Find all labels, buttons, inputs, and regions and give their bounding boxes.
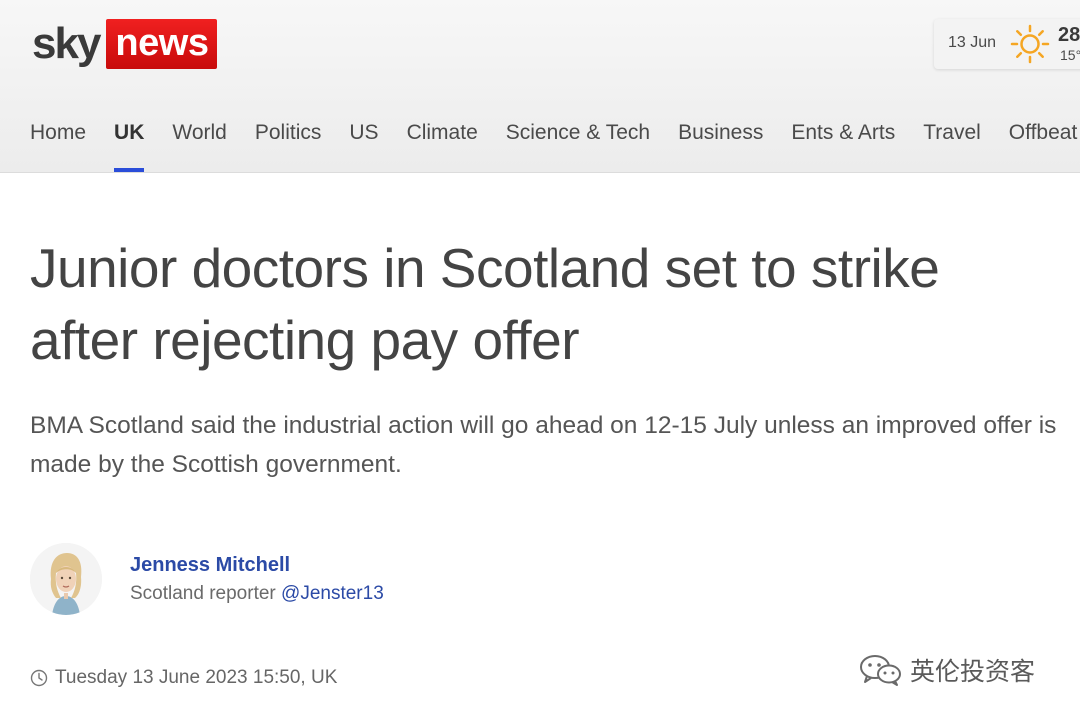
- nav-item-us[interactable]: US: [349, 118, 378, 148]
- watermark-text: 英伦投资客: [910, 658, 1036, 686]
- nav-item-world[interactable]: World: [172, 118, 226, 148]
- author-twitter-handle[interactable]: @Jenster13: [281, 583, 384, 604]
- author-role-line: Scotland reporter @Jenster13: [130, 583, 384, 605]
- article-headline: Junior doctors in Scotland set to strike…: [30, 237, 940, 371]
- author-name-link[interactable]: Jenness Mitchell: [130, 554, 290, 577]
- nav-item-ents-arts[interactable]: Ents & Arts: [791, 118, 895, 148]
- nav-item-science-tech[interactable]: Science & Tech: [506, 118, 650, 148]
- weather-high-temp: 28: [1058, 24, 1080, 46]
- nav-item-climate[interactable]: Climate: [407, 118, 478, 148]
- article-timestamp: Tuesday 13 June 2023 15:50, UK: [30, 667, 337, 689]
- logo-sky-text: sky: [32, 19, 101, 68]
- weather-widget[interactable]: 13 Jun 28 15°: [934, 19, 1080, 69]
- clock-icon: [30, 669, 48, 687]
- logo-news-badge: news: [106, 19, 218, 69]
- sky-news-logo[interactable]: sky news: [32, 19, 218, 69]
- nav-item-business[interactable]: Business: [678, 118, 763, 148]
- weather-low-temp: 15°: [1060, 47, 1080, 63]
- site-header: sky news 13 Jun 28 15° Home UK World Pol…: [0, 0, 1080, 173]
- wechat-watermark: 英伦投资客: [858, 652, 1035, 688]
- author-role: Scotland reporter: [130, 583, 276, 604]
- main-nav: Home UK World Politics US Climate Scienc…: [30, 118, 1080, 172]
- author-photo-icon: [30, 543, 102, 615]
- sun-icon: [1010, 24, 1050, 64]
- nav-item-travel[interactable]: Travel: [923, 118, 981, 148]
- nav-item-uk[interactable]: UK: [114, 118, 145, 172]
- article-standfirst: BMA Scotland said the industrial action …: [30, 412, 1057, 478]
- nav-item-offbeat[interactable]: Offbeat: [1009, 118, 1078, 148]
- timestamp-text: Tuesday 13 June 2023 15:50, UK: [55, 667, 338, 688]
- nav-item-politics[interactable]: Politics: [255, 118, 322, 148]
- nav-item-home[interactable]: Home: [30, 118, 86, 148]
- wechat-icon: [860, 655, 901, 686]
- weather-date: 13 Jun: [948, 34, 997, 51]
- author-avatar[interactable]: [30, 543, 102, 615]
